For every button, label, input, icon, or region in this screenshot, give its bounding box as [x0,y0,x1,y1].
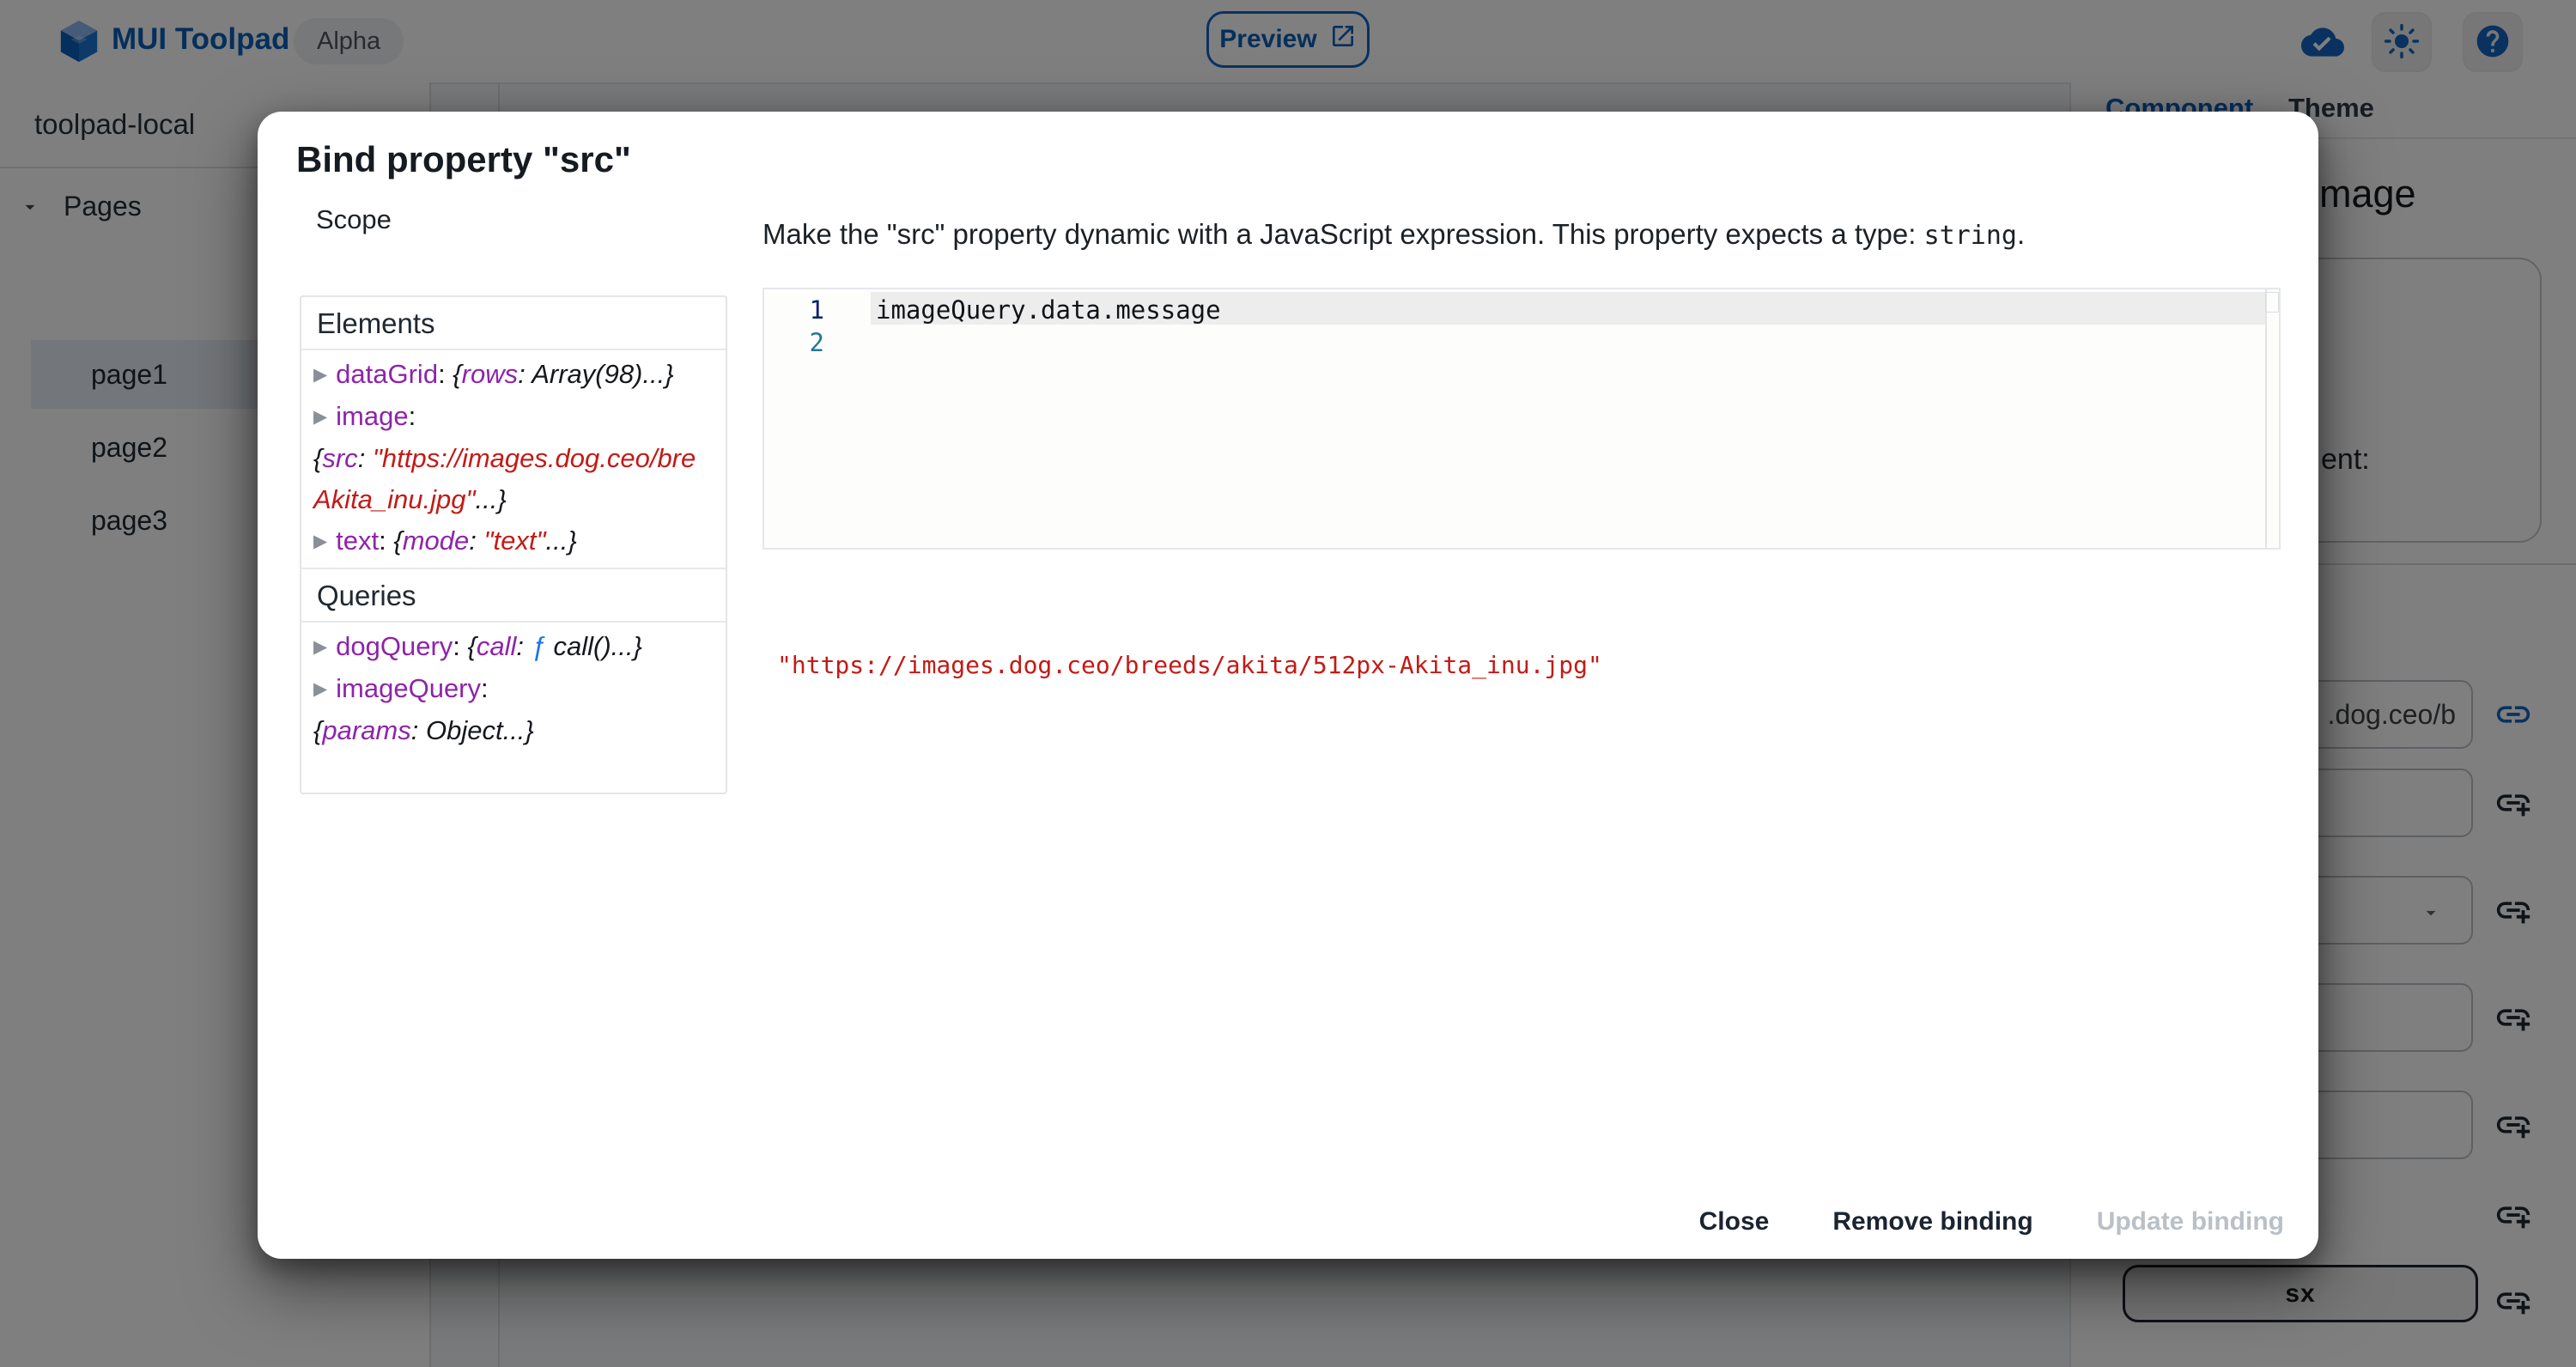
dialog-actions: Close Remove binding Update binding [1694,1199,2289,1245]
remove-binding-button[interactable]: Remove binding [1827,1199,2038,1245]
tree-subkey: rows [462,359,518,389]
tree-ellipsis: ...} [503,715,534,745]
expression-code-editor[interactable]: 1 2 imageQuery.data.message [762,288,2281,550]
editor-overview-ruler [2265,292,2279,313]
tree-ellipsis: ...} [545,526,576,556]
tree-sep: : [379,526,393,556]
tree-string: "https://images.dog.ceo/bre [373,443,696,473]
tree-row-imagequery[interactable]: ▶ imageQuery: {params: Object...} [313,668,714,751]
instruction-type-code: string [1924,221,2017,251]
tree-ellipsis: ...} [642,359,673,389]
tree-brace: { [393,526,402,556]
bind-property-dialog: Bind property "src" Scope Elements ▶ data… [258,112,2318,1259]
triangle-right-icon[interactable]: ▶ [313,532,327,551]
tree-sep: : [409,401,416,431]
tree-key: text [336,526,379,556]
dialog-title: Bind property "src" [296,139,631,180]
tree-subkey: call [477,631,517,661]
tree-sep: : [438,359,453,389]
triangle-right-icon[interactable]: ▶ [313,637,327,657]
close-button[interactable]: Close [1694,1199,1775,1245]
tree-key: imageQuery [336,673,481,703]
tree-string: "text" [484,526,546,556]
toolpad-app: MUI Toolpad Alpha Preview [0,0,2576,1367]
tree-string: Akita_inu.jpg" [313,484,476,514]
triangle-right-icon[interactable]: ▶ [313,407,327,427]
editor-line-number-2: 2 [764,328,824,357]
scope-label: Scope [316,204,392,235]
tree-sep: : [516,631,531,661]
tree-row-text[interactable]: ▶ text: {mode: "text"...} [313,520,714,562]
tree-ellipsis: ...} [476,484,507,514]
editor-code-line[interactable]: imageQuery.data.message [876,295,1221,325]
tree-sep: : [481,673,489,703]
tree-subkey: mode [403,526,470,556]
tree-brace: { [313,443,322,473]
tree-subkey: params [322,715,410,745]
tree-value: Object [426,715,503,745]
dialog-instruction: Make the "src" property dynamic with a J… [762,218,2050,251]
function-glyph: ƒ [532,631,546,661]
queries-header: Queries [301,569,726,621]
triangle-right-icon[interactable]: ▶ [313,365,327,385]
tree-sep: : [469,526,483,556]
triangle-right-icon[interactable]: ▶ [313,679,327,699]
tree-key: image [336,401,408,431]
tree-ellipsis: ...} [611,631,642,661]
tree-key: dataGrid [336,359,438,389]
tree-sep: : [518,359,532,389]
instruction-period: . [2017,218,2025,250]
scope-browser: Elements ▶dataGrid: {rows: Array(98)...}… [300,295,727,794]
tree-sep: : [453,631,467,661]
expression-result-preview: "https://images.dog.ceo/breeds/akita/512… [777,651,1602,679]
tree-subkey: src [322,443,357,473]
editor-line-number-1: 1 [764,295,824,325]
elements-tree: ▶dataGrid: {rows: Array(98)...} ▶image: … [301,350,726,568]
update-binding-button: Update binding [2092,1199,2289,1245]
tree-sep: : [411,715,426,745]
tree-key: dogQuery [336,631,453,661]
tree-value: call() [546,631,611,661]
tree-row-image[interactable]: ▶ image: {src: "https://images.dog.ceo/br… [313,396,714,520]
tree-brace: { [453,359,461,389]
editor-scrollbar[interactable] [2265,289,2267,548]
tree-value: Array(98) [532,359,642,389]
tree-brace: { [313,715,322,745]
elements-header: Elements [301,297,726,349]
tree-brace: { [468,631,477,661]
instruction-text: Make the "src" property dynamic with a J… [762,218,1924,250]
tree-row-datagrid[interactable]: ▶ dataGrid: {rows: Array(98)...} [313,354,714,396]
queries-tree: ▶dogQuery: {call: ƒ call()...} ▶imageQue… [301,623,726,756]
tree-row-dogquery[interactable]: ▶ dogQuery: {call: ƒ call()...} [313,626,714,668]
tree-sep: : [358,443,373,473]
